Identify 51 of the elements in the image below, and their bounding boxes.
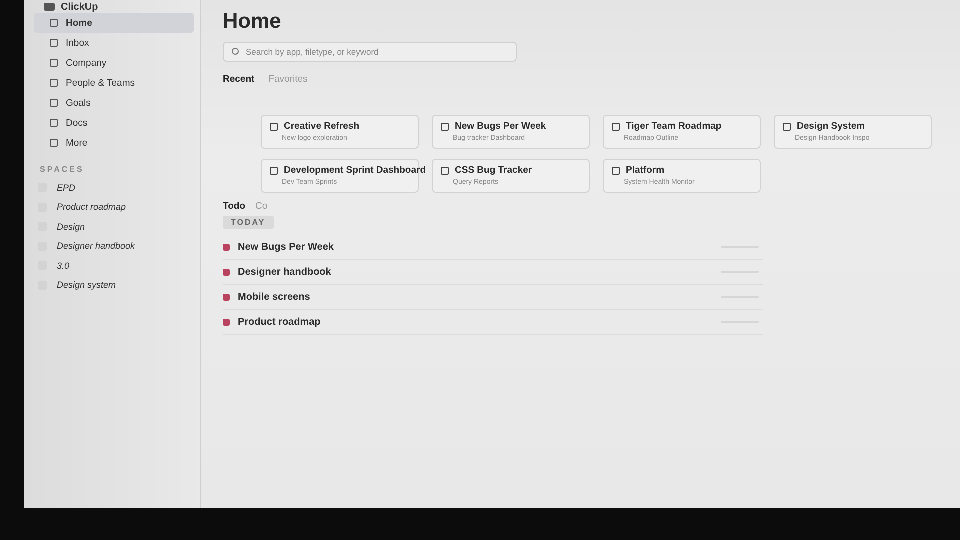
square-icon: [50, 99, 58, 107]
space-item[interactable]: EPD: [32, 178, 200, 198]
nav-item[interactable]: Company: [34, 53, 194, 73]
nav-item[interactable]: More: [34, 133, 194, 153]
space-item[interactable]: Design system: [32, 276, 200, 295]
square-icon: [441, 122, 449, 130]
group-label: TODAY: [223, 216, 274, 229]
card-title: New Bugs Per Week: [455, 121, 546, 132]
square-icon: [270, 166, 278, 174]
square-icon: [50, 59, 58, 67]
square-icon: [50, 119, 58, 127]
card-title: Tiger Team Roadmap: [626, 121, 722, 132]
nav-item[interactable]: Inbox: [34, 33, 194, 53]
task-row[interactable]: Mobile screens: [223, 285, 763, 310]
space-item[interactable]: Product roadmap: [32, 198, 200, 217]
task-title: Product roadmap: [238, 316, 322, 328]
square-icon: [50, 79, 58, 87]
task-title: New Bugs Per Week: [238, 242, 335, 252]
square-icon: [270, 122, 278, 130]
search-icon: [232, 48, 239, 55]
card-title: CSS Bug Tracker: [455, 165, 532, 176]
square-icon: [441, 166, 449, 174]
tab[interactable]: Todo: [223, 201, 246, 212]
nav-item[interactable]: People & Teams: [34, 73, 194, 93]
nav-item[interactable]: Home: [34, 13, 194, 33]
card-title: Design System: [797, 121, 866, 132]
card-title: Platform: [626, 165, 665, 176]
card-title: Development Sprint Dashboard: [284, 165, 426, 176]
square-icon: [50, 39, 58, 47]
tab[interactable]: Recent: [223, 74, 255, 85]
section-heading: SPACES: [40, 165, 86, 174]
nav-item[interactable]: Docs: [34, 113, 194, 133]
square-icon: [612, 166, 620, 174]
card-title: Creative Refresh: [284, 121, 360, 132]
square-icon: [50, 139, 58, 147]
search-field[interactable]: Search by app, filetype, or keyword: [223, 42, 517, 62]
square-icon: [612, 122, 620, 130]
task-row[interactable]: Product roadmap: [223, 310, 763, 335]
square-icon: [783, 122, 791, 130]
task-title: Designer handbook: [238, 266, 332, 278]
logo-icon: [44, 3, 55, 11]
nav-item[interactable]: Goals: [34, 93, 194, 113]
task-row[interactable]: Designer handbook: [223, 260, 763, 285]
space-item[interactable]: 3.0: [32, 256, 200, 276]
task-title: Mobile screens: [238, 292, 312, 302]
square-icon: [50, 19, 58, 27]
task-row[interactable]: New Bugs Per Week: [223, 235, 763, 260]
page-title: Home: [223, 10, 282, 34]
app-logo: ClickUp: [61, 2, 98, 12]
space-item[interactable]: Design: [32, 217, 200, 236]
space-item[interactable]: Designer handbook: [32, 236, 200, 256]
